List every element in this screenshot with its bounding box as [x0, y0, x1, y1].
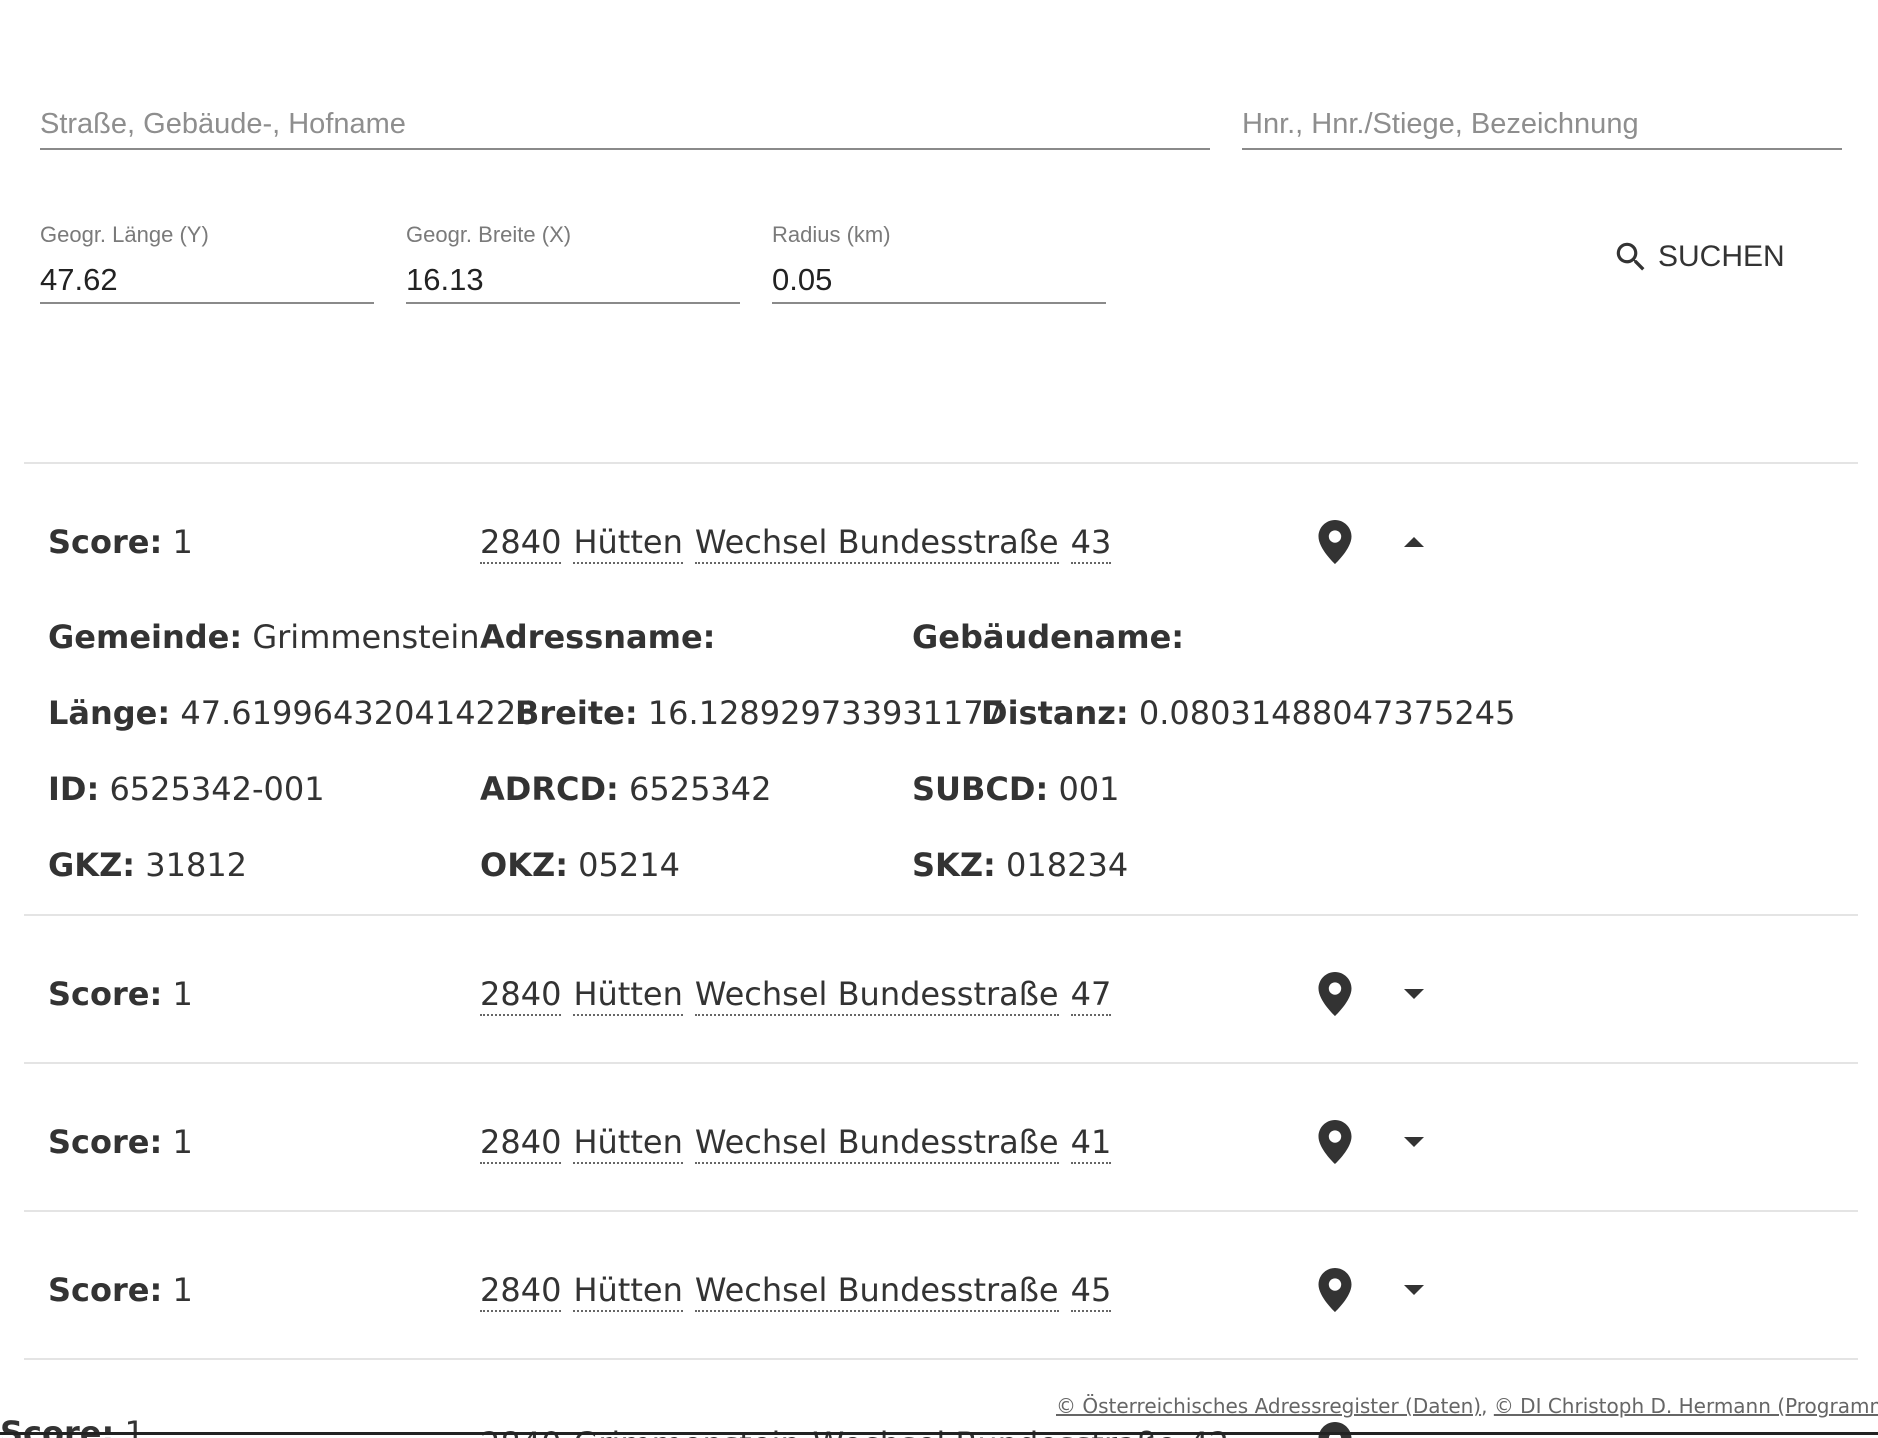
- search-button[interactable]: SUCHEN: [1612, 232, 1785, 282]
- detail-adressname: Adressname:: [480, 618, 716, 656]
- result-divider: [24, 462, 1858, 464]
- latitude-label: Geogr. Breite (X): [406, 222, 572, 247]
- detail-id: ID: 6525342-001: [48, 770, 325, 808]
- locality-link[interactable]: Grimmenstein: [573, 1424, 800, 1438]
- address: 2840 Hütten Wechsel Bundesstraße 43: [480, 512, 1123, 572]
- locality-link[interactable]: Hütten: [573, 974, 683, 1016]
- detail-adrcd: ADRCD: 6525342: [480, 770, 772, 808]
- locality-link[interactable]: Hütten: [573, 1270, 683, 1312]
- address: 2840 Hütten Wechsel Bundesstraße 45: [480, 1260, 1123, 1320]
- detail-okz: OKZ: 05214: [480, 846, 680, 884]
- programming-credit-link[interactable]: © DI Christoph D. Hermann (Programmierun…: [1494, 1394, 1878, 1418]
- street-link[interactable]: Wechsel Bundesstraße: [694, 522, 1059, 564]
- postal-code-link[interactable]: 2840: [480, 1270, 562, 1312]
- chevron-down-icon[interactable]: [1402, 1280, 1426, 1300]
- search-icon: [1616, 242, 1645, 271]
- bottom-border: [0, 1432, 1878, 1435]
- result-divider: [24, 1062, 1858, 1064]
- detail-distanz: Distanz: 0.08031488047375245: [981, 694, 1516, 732]
- score: Score: 1: [48, 523, 193, 561]
- detail-gemeinde: Gemeinde: Grimmenstein: [48, 618, 480, 656]
- locality-link[interactable]: Hütten: [573, 1122, 683, 1164]
- radius-field[interactable]: Radius (km): [772, 222, 1106, 304]
- house-number-link[interactable]: 43: [1070, 522, 1112, 564]
- street-link[interactable]: Wechsel Bundesstraße: [813, 1424, 1177, 1438]
- chevron-up-icon[interactable]: [1402, 532, 1426, 552]
- result-row[interactable]: Score: 1 2840 Hütten Wechsel Bundesstraße 4…: [0, 1112, 1878, 1172]
- map-pin-icon[interactable]: [1318, 520, 1352, 564]
- detail-laenge: Länge: 47.619964320414226: [48, 694, 537, 732]
- house-number-link[interactable]: 42: [1188, 1424, 1229, 1438]
- map-pin-icon[interactable]: [1318, 1120, 1352, 1164]
- footer-credits: © Österreichisches Adressregister (Daten…: [1056, 1394, 1878, 1418]
- locality-link[interactable]: Hütten: [573, 522, 683, 564]
- street-link[interactable]: Wechsel Bundesstraße: [694, 974, 1059, 1016]
- street-link[interactable]: Wechsel Bundesstraße: [694, 1270, 1059, 1312]
- longitude-field[interactable]: Geogr. Länge (Y): [40, 222, 374, 304]
- radius-input[interactable]: [772, 260, 1106, 300]
- detail-breite: Breite: 16.128929733931177: [515, 694, 1005, 732]
- score: Score: 1: [48, 975, 193, 1013]
- house-number-link[interactable]: 41: [1070, 1122, 1112, 1164]
- map-pin-icon[interactable]: [1318, 1422, 1352, 1438]
- house-number-link[interactable]: 47: [1070, 974, 1112, 1016]
- credit-separator: ,: [1481, 1394, 1494, 1418]
- street-link[interactable]: Wechsel Bundesstraße: [694, 1122, 1059, 1164]
- detail-subcd: SUBCD: 001: [912, 770, 1120, 808]
- detail-gkz: GKZ: 31812: [48, 846, 248, 884]
- result-row[interactable]: Score: 1 2840 Hütten Wechsel Bundesstraße 4…: [0, 964, 1878, 1024]
- map-pin-icon[interactable]: [1318, 1268, 1352, 1312]
- score: Score: 1: [48, 1271, 193, 1309]
- number-input[interactable]: [1242, 104, 1842, 144]
- result-divider: [24, 1210, 1858, 1212]
- radius-label: Radius (km): [772, 222, 891, 247]
- address: 2840 Hütten Wechsel Bundesstraße 47: [480, 964, 1123, 1024]
- detail-gebaeudename: Gebäudename:: [912, 618, 1185, 656]
- longitude-label: Geogr. Länge (Y): [40, 222, 209, 247]
- street-field[interactable]: [40, 104, 1210, 150]
- result-divider: [24, 1358, 1858, 1360]
- number-field[interactable]: [1242, 104, 1842, 150]
- street-input[interactable]: [40, 104, 1210, 144]
- house-number-link[interactable]: 45: [1070, 1270, 1112, 1312]
- chevron-down-icon[interactable]: [1402, 984, 1426, 1004]
- data-credit-link[interactable]: © Österreichisches Adressregister (Daten…: [1056, 1394, 1481, 1418]
- postal-code-link[interactable]: 2840: [480, 1122, 562, 1164]
- address: 2840 Hütten Wechsel Bundesstraße 41: [480, 1112, 1123, 1172]
- score: Score: 1: [48, 1123, 193, 1161]
- search-button-label: SUCHEN: [1658, 240, 1785, 273]
- postal-code-link[interactable]: 2840: [480, 522, 562, 564]
- detail-skz: SKZ: 018234: [912, 846, 1129, 884]
- latitude-field[interactable]: Geogr. Breite (X): [406, 222, 740, 304]
- latitude-input[interactable]: [406, 260, 740, 300]
- result-divider: [24, 914, 1858, 916]
- postal-code-link[interactable]: 2840: [480, 1424, 561, 1438]
- result-row[interactable]: Score: 1 2840 Hütten Wechsel Bundesstraße 4…: [0, 512, 1878, 572]
- map-pin-icon[interactable]: [1318, 972, 1352, 1016]
- result-row[interactable]: Score: 1 2840 Hütten Wechsel Bundesstraße 4…: [0, 1260, 1878, 1320]
- postal-code-link[interactable]: 2840: [480, 974, 562, 1016]
- longitude-input[interactable]: [40, 260, 374, 300]
- chevron-down-icon[interactable]: [1402, 1132, 1426, 1152]
